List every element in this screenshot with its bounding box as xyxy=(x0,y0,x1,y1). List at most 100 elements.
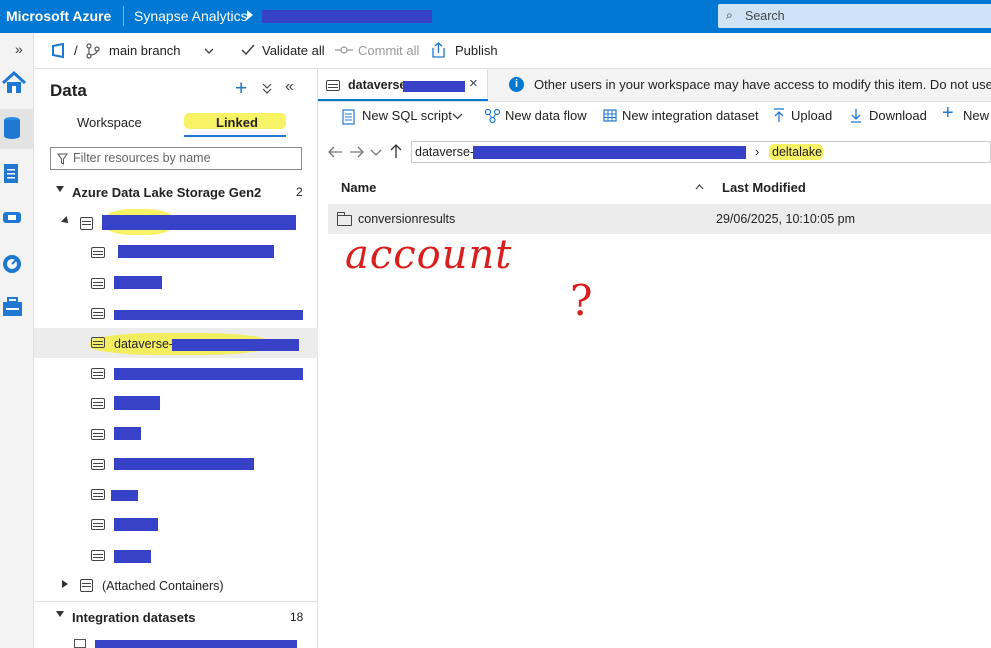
search-box[interactable]: ⌕ Search xyxy=(718,4,991,28)
upload-button[interactable]: Upload xyxy=(791,108,832,123)
container-node[interactable] xyxy=(34,388,318,418)
upload-icon xyxy=(774,108,784,122)
redacted-container-name xyxy=(114,427,141,440)
download-button[interactable]: Download xyxy=(869,108,927,123)
folder-icon xyxy=(337,212,352,226)
container-node[interactable] xyxy=(34,509,318,539)
app-title[interactable]: Synapse Analytics xyxy=(134,8,248,24)
file-list-row[interactable]: conversionresults 29/06/2025, 10:10:05 p… xyxy=(328,204,991,234)
command-toolbar: / main branch Validate all Commit all Pu… xyxy=(34,33,991,69)
sort-ascending-icon[interactable] xyxy=(695,184,704,190)
container-node[interactable] xyxy=(34,268,318,298)
collapse-panel-icon[interactable]: « xyxy=(285,78,294,96)
branch-selector[interactable]: main branch xyxy=(109,43,181,58)
forward-arrow-icon[interactable] xyxy=(349,146,364,158)
filter-box[interactable] xyxy=(50,147,302,170)
azure-topbar: Microsoft Azure Synapse Analytics ⌕ Sear… xyxy=(0,0,991,33)
path-breadcrumb[interactable]: dataverse- › deltalake xyxy=(411,141,991,163)
filter-input[interactable] xyxy=(73,151,293,165)
history-chevron-down-icon[interactable] xyxy=(370,149,382,157)
container-node[interactable] xyxy=(34,298,318,328)
redacted-container-name xyxy=(114,518,158,531)
integrate-hub-button[interactable] xyxy=(0,199,34,239)
path-separator-chevron-icon: › xyxy=(755,144,760,159)
collapse-all-icon[interactable] xyxy=(262,83,272,95)
container-node[interactable] xyxy=(34,237,318,267)
toolbox-icon xyxy=(3,297,22,316)
redacted-container-name xyxy=(114,458,254,470)
tab-linked[interactable]: Linked xyxy=(216,115,258,130)
develop-hub-button[interactable] xyxy=(0,154,34,194)
checkmark-icon xyxy=(241,44,255,56)
storage-account-icon xyxy=(80,217,93,230)
chevron-down-icon[interactable] xyxy=(204,48,214,55)
data-hub-button[interactable] xyxy=(0,109,34,149)
new-integration-dataset-button[interactable]: New integration dataset xyxy=(622,108,759,123)
column-header-name[interactable]: Name xyxy=(341,180,376,195)
redacted-container-name xyxy=(111,490,138,501)
section-adls-gen2[interactable]: Azure Data Lake Storage Gen2 2 xyxy=(34,177,318,207)
container-node[interactable] xyxy=(34,449,318,479)
container-icon xyxy=(91,278,105,289)
back-arrow-icon[interactable] xyxy=(328,146,343,158)
file-list-header: Name Last Modified xyxy=(328,175,991,199)
path-root[interactable]: dataverse- xyxy=(415,145,474,159)
brand-title[interactable]: Microsoft Azure xyxy=(6,8,111,24)
path-leaf[interactable]: deltalake xyxy=(772,145,822,159)
download-icon xyxy=(851,109,861,123)
redacted-container-name xyxy=(172,339,299,351)
container-node[interactable] xyxy=(34,540,318,570)
add-resource-icon[interactable]: + xyxy=(235,77,247,101)
active-tab-underline xyxy=(184,135,286,137)
tab-workspace[interactable]: Workspace xyxy=(77,115,142,130)
document-tab[interactable]: dataverse- × xyxy=(318,69,488,101)
new-sql-script-button[interactable]: New SQL script xyxy=(362,108,452,123)
up-arrow-icon[interactable] xyxy=(390,144,402,159)
navigation-bar: dataverse- › deltalake xyxy=(318,138,991,166)
pipeline-icon xyxy=(3,212,21,223)
attached-containers-node[interactable]: (Attached Containers) xyxy=(34,570,318,600)
container-node-selected[interactable]: dataverse- xyxy=(34,328,318,358)
commit-all-button[interactable]: Commit all xyxy=(358,43,419,58)
redacted-workspace-name xyxy=(262,10,432,23)
redacted-container-name xyxy=(118,245,274,258)
container-icon xyxy=(91,308,105,319)
redacted-container-name xyxy=(114,276,162,289)
container-icon xyxy=(91,337,105,348)
container-label: dataverse- xyxy=(114,337,174,351)
section-label: Azure Data Lake Storage Gen2 xyxy=(72,185,262,200)
close-tab-icon[interactable]: × xyxy=(469,75,478,92)
container-icon xyxy=(91,550,105,561)
container-icon xyxy=(91,368,105,379)
breadcrumb-chevron-icon xyxy=(247,10,253,20)
dataset-node[interactable] xyxy=(34,632,318,648)
monitor-hub-button[interactable] xyxy=(0,244,34,284)
gauge-icon xyxy=(3,255,21,273)
chevron-down-icon[interactable] xyxy=(452,113,463,120)
attached-containers-label: (Attached Containers) xyxy=(102,579,224,593)
container-node[interactable] xyxy=(34,479,318,509)
collapsed-caret-icon xyxy=(62,580,68,588)
dataset-grid-icon xyxy=(603,109,617,122)
publish-button[interactable]: Publish xyxy=(455,43,498,58)
double-chevron-right-icon: » xyxy=(15,41,23,57)
home-hub-button[interactable] xyxy=(0,64,34,104)
container-node[interactable] xyxy=(34,358,318,388)
new-button[interactable]: New xyxy=(963,108,989,123)
section-integration-datasets[interactable]: Integration datasets 18 xyxy=(34,602,318,632)
section-count: 18 xyxy=(290,610,304,624)
column-header-last-modified[interactable]: Last Modified xyxy=(722,180,806,195)
container-node[interactable] xyxy=(34,419,318,449)
expand-caret-icon xyxy=(56,186,64,192)
validate-all-button[interactable]: Validate all xyxy=(262,43,325,58)
storage-account-node[interactable] xyxy=(34,207,318,237)
manage-hub-button[interactable] xyxy=(0,289,34,329)
publish-icon xyxy=(432,42,445,58)
new-data-flow-button[interactable]: New data flow xyxy=(505,108,587,123)
container-icon xyxy=(91,247,105,258)
storage-account-icon xyxy=(80,579,93,592)
container-icon xyxy=(91,459,105,470)
redacted-container-name xyxy=(114,396,160,410)
info-icon: i xyxy=(509,77,524,92)
devops-repo-icon xyxy=(52,43,64,59)
